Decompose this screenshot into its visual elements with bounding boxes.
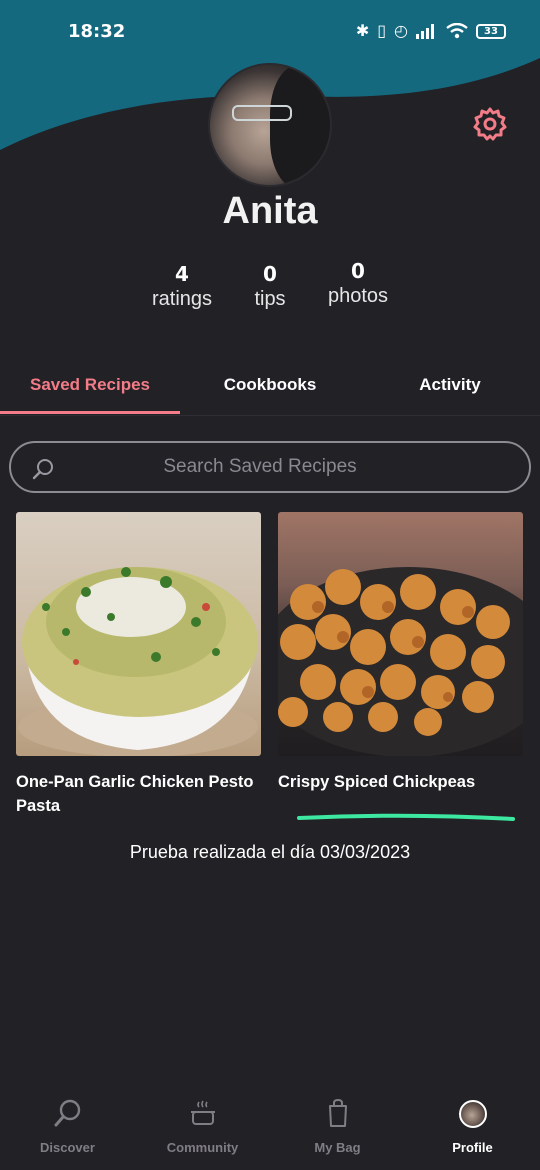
profile-tabs: Saved Recipes Cookbooks Activity xyxy=(0,356,540,416)
stat-label: tips xyxy=(254,288,286,310)
tab-cookbooks[interactable]: Cookbooks xyxy=(180,356,360,414)
nav-my-bag[interactable]: My Bag xyxy=(270,1090,405,1170)
recipe-image[interactable] xyxy=(16,512,261,756)
nav-discover[interactable]: Discover xyxy=(0,1090,135,1170)
recipe-image[interactable] xyxy=(278,512,523,756)
status-icons: ✱ ▯ ◴ 33 xyxy=(356,23,506,39)
highlight-underline xyxy=(297,813,515,821)
vibrate-icon: ▯ xyxy=(377,21,387,40)
avatar-icon xyxy=(458,1100,487,1128)
alarm-icon: ◴ xyxy=(394,21,408,40)
recipe-card[interactable]: Crispy Spiced Chickpeas xyxy=(278,512,523,794)
nav-label: Discover xyxy=(40,1140,95,1155)
search-input[interactable] xyxy=(11,456,529,478)
active-tab-indicator xyxy=(0,411,180,414)
search-icon xyxy=(54,1099,80,1127)
recipe-title[interactable]: Crispy Spiced Chickpeas xyxy=(278,770,523,794)
stat-ratings[interactable]: 4 ratings xyxy=(140,262,224,311)
stat-photos[interactable]: 0 photos xyxy=(316,259,400,308)
search-box[interactable] xyxy=(9,441,531,493)
signal-icon xyxy=(416,24,434,39)
tab-saved-recipes[interactable]: Saved Recipes xyxy=(0,356,180,414)
battery-icon: 33 xyxy=(476,23,506,39)
gear-icon xyxy=(473,107,507,141)
nav-profile[interactable]: Profile xyxy=(405,1090,540,1170)
recipe-title[interactable]: One-Pan Garlic Chicken Pesto Pasta xyxy=(16,770,261,818)
nav-label: My Bag xyxy=(314,1140,361,1155)
avatar-glasses xyxy=(232,105,292,121)
recipe-card[interactable]: One-Pan Garlic Chicken Pesto Pasta xyxy=(16,512,261,818)
search-icon xyxy=(32,459,53,480)
chickpeas-illustration xyxy=(278,567,523,756)
profile-name: Anita xyxy=(222,190,318,232)
wifi-icon xyxy=(446,23,468,39)
bottom-nav: Discover Community My Bag Profile xyxy=(0,1090,540,1170)
settings-button[interactable] xyxy=(470,104,510,144)
stat-value: 0 xyxy=(351,259,365,283)
status-bar: 18:32 ✱ ▯ ◴ 33 xyxy=(0,0,540,62)
profile-stats: 4 ratings 0 tips 0 photos xyxy=(0,259,540,322)
tab-activity[interactable]: Activity xyxy=(360,356,540,414)
pot-icon xyxy=(190,1100,215,1125)
bluetooth-icon: ✱ xyxy=(355,21,370,40)
avatar-hair xyxy=(270,65,330,185)
nav-label: Community xyxy=(166,1140,239,1155)
stat-label: photos xyxy=(327,285,389,307)
profile-avatar[interactable] xyxy=(208,63,332,187)
stat-label: ratings xyxy=(151,288,213,310)
status-time: 18:32 xyxy=(68,20,126,42)
nav-community[interactable]: Community xyxy=(135,1090,270,1170)
annotation-note: Prueba realizada el día 03/03/2023 xyxy=(129,842,411,862)
stat-tips[interactable]: 0 tips xyxy=(234,262,306,311)
bag-icon xyxy=(328,1098,347,1127)
stat-value: 4 xyxy=(175,262,189,286)
nav-label: Profile xyxy=(452,1140,493,1155)
stat-value: 0 xyxy=(263,262,277,286)
pasta-bowl-illustration xyxy=(18,567,258,756)
